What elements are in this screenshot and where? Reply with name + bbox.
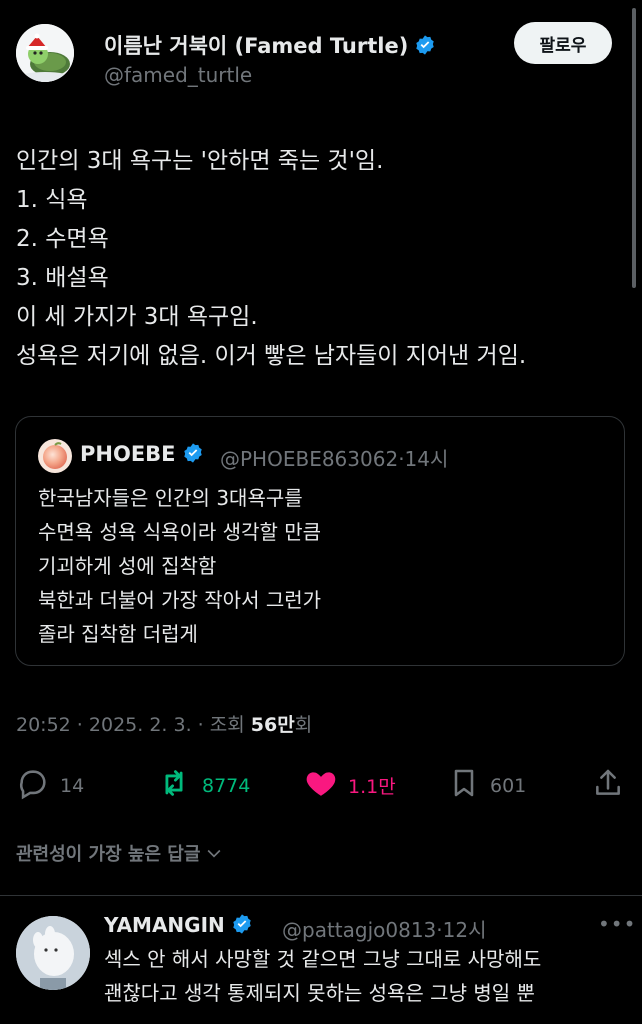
follow-button[interactable]: 팔로우 — [514, 22, 612, 64]
verified-badge-icon — [231, 913, 253, 940]
reply-author-name[interactable]: YAMANGIN — [104, 913, 253, 940]
bookmark-count: 601 — [490, 774, 527, 797]
heart-icon — [304, 766, 338, 805]
reply-author-meta: @pattagjo0813·12시 — [282, 914, 487, 943]
bookmark-button[interactable]: 601 — [448, 766, 526, 805]
repost-count: 8774 — [202, 774, 251, 797]
quote-author-name: PHOEBE — [80, 442, 204, 469]
quote-line: 졸라 집착함 더럽게 — [38, 622, 198, 646]
author-handle[interactable]: @famed_turtle — [104, 63, 252, 87]
share-icon — [592, 766, 624, 805]
quote-line: 수면욕 성욕 식욕이라 생각할 만큼 — [38, 520, 322, 544]
reply-line: 괜찮다고 생각 통제되지 못하는 성욕은 그냥 병일 뿐 — [104, 981, 535, 1005]
chevron-down-icon — [204, 843, 224, 863]
reply-button[interactable]: 14 — [16, 766, 84, 805]
verified-badge-icon — [414, 34, 436, 61]
divider — [0, 895, 642, 896]
post-line: 2. 수면욕 — [16, 226, 109, 252]
reply-time[interactable]: 12시 — [443, 918, 487, 942]
reply-author-avatar[interactable] — [16, 916, 90, 990]
reply-author-handle[interactable]: @pattagjo0813 — [282, 918, 436, 942]
quote-line: 북한과 더불어 가장 작아서 그런가 — [38, 588, 322, 612]
reply-sort-label: 관련성이 가장 높은 답글 — [16, 844, 201, 865]
author-name-text: 이름난 거북이 (Famed Turtle) — [104, 34, 409, 58]
repost-button[interactable]: 8774 — [156, 766, 250, 805]
like-count: 1.1만 — [348, 776, 396, 798]
quote-author-handle: @PHOEBE863062 — [220, 447, 399, 471]
like-button[interactable]: 1.1만 — [304, 766, 396, 805]
author-name[interactable]: 이름난 거북이 (Famed Turtle) — [104, 30, 436, 61]
post-line: 인간의 3대 욕구는 '안하면 죽는 것'임. — [16, 148, 384, 174]
post-time[interactable]: 20:52 — [16, 714, 71, 736]
views-suffix: 회 — [294, 714, 313, 736]
reply-text: 섹스 안 해서 사망할 것 같으면 그냥 그대로 사망해도 괜찮다고 생각 통제… — [104, 942, 624, 1010]
author-avatar[interactable] — [16, 24, 74, 82]
reply-icon — [16, 766, 50, 805]
scrollbar[interactable] — [632, 8, 636, 288]
verified-badge-icon — [182, 442, 204, 469]
post-line: 이 세 가지가 3대 욕구임. — [16, 304, 258, 330]
post-line: 3. 배설욕 — [16, 265, 109, 291]
post-line: 성욕은 저기에 없음. 이거 빻은 남자들이 지어낸 거임. — [16, 343, 527, 369]
quote-author-name-text: PHOEBE — [80, 442, 176, 466]
reply-line: 섹스 안 해서 사망할 것 같으면 그냥 그대로 사망해도 — [104, 947, 542, 971]
reply-author-name-text: YAMANGIN — [104, 913, 225, 937]
quote-author-meta: @PHOEBE863062·14시 — [220, 443, 448, 472]
share-button[interactable] — [592, 766, 624, 805]
reply-sort-dropdown[interactable]: 관련성이 가장 높은 답글 — [16, 840, 224, 866]
post-text: 인간의 3대 욕구는 '안하면 죽는 것'임. 1. 식욕 2. 수면욕 3. … — [16, 142, 626, 376]
repost-icon — [156, 766, 192, 805]
views-label: 조회 — [209, 714, 245, 736]
quote-line: 한국남자들은 인간의 3대욕구를 — [38, 486, 303, 510]
post-date[interactable]: 2025. 2. 3. — [89, 714, 192, 736]
quote-text: 한국남자들은 인간의 3대욕구를 수면욕 성욕 식욕이라 생각할 만큼 기괴하게… — [38, 481, 321, 651]
quote-time: 14시 — [404, 447, 449, 471]
post-line: 1. 식욕 — [16, 187, 88, 213]
more-options-icon[interactable]: ••• — [598, 912, 636, 936]
quote-line: 기괴하게 성에 집착함 — [38, 554, 217, 578]
reply-count: 14 — [60, 774, 85, 797]
views-value: 56만 — [250, 714, 295, 736]
quoted-post[interactable]: PHOEBE @PHOEBE863062·14시 한국남자들은 인간의 3대욕구… — [15, 416, 625, 666]
quote-author-avatar — [38, 439, 72, 473]
bookmark-icon — [448, 766, 480, 805]
post-meta: 20:52 · 2025. 2. 3. · 조회 56만회 — [16, 714, 313, 736]
